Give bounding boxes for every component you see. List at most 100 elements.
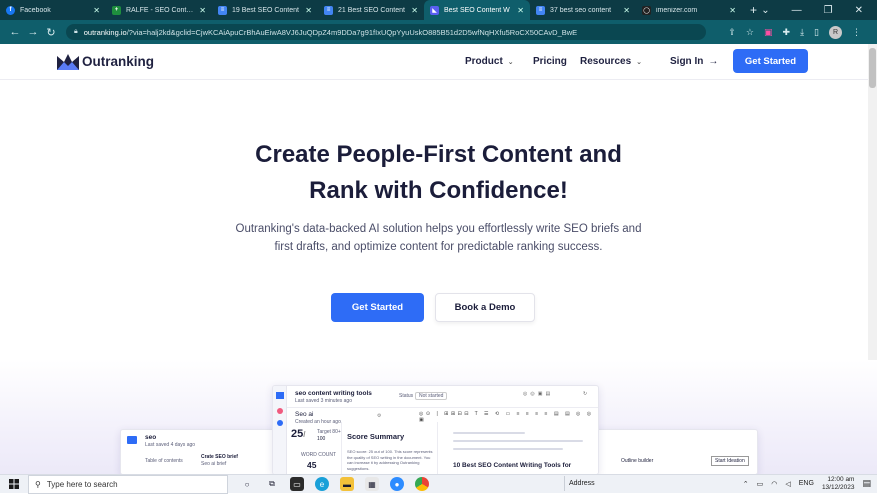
language-indicator[interactable]: ENG [799,480,814,487]
preview-editor-panel: seo content writing tools Last saved 3 m… [272,385,599,475]
outline-builder-label: Outline builder [621,458,654,464]
profile-avatar[interactable]: R [829,25,842,39]
tab-ralfe[interactable]: + RALFE - SEO Content ✕ [106,0,212,20]
left-doc-meta: Last saved 4 days ago [145,442,196,448]
sidebar-dot-icon [277,408,283,414]
tab-title: RALFE - SEO Content [126,6,196,14]
reload-icon[interactable]: ↻ [42,26,60,39]
docs-icon: ≡ [218,5,227,15]
taskbar-clock[interactable]: 12:00 am 13/12/2023 [822,476,855,492]
tab-title: imenizer.com [656,6,698,14]
tab-37-best[interactable]: ≡ 37 best seo content ✕ [530,0,636,20]
clock-time: 12:00 am [827,475,855,483]
nav-sign-in-label: Sign In [670,56,704,67]
browser-tab-strip: f Facebook ✕ + RALFE - SEO Content ✕ ≡ 1… [0,0,877,20]
task-view-icon[interactable]: ⧉ [265,477,279,491]
taskbar-search-box[interactable]: ⚲ Type here to search [28,474,228,494]
scrollbar-thumb[interactable] [869,48,876,88]
editor-doc-title: seo content writing tools [295,390,372,397]
tab-title: Facebook [20,6,51,14]
hero-subtitle-line-1: Outranking's data-backed AI solution hel… [235,223,642,235]
volume-icon[interactable]: ◁ [785,480,790,488]
forward-icon[interactable]: → [24,26,42,38]
back-icon[interactable]: ← [6,26,24,38]
notifications-icon[interactable]: ▤ [862,478,871,489]
docs-icon: ≡ [536,5,545,15]
left-brief-meta: Seo ai brief [201,461,227,467]
editor-sidebar-rail [273,386,287,474]
close-tab-icon[interactable]: ✕ [411,6,418,15]
close-tab-icon[interactable]: ✕ [199,6,206,15]
book-demo-button[interactable]: Book a Demo [435,293,535,322]
close-tab-icon[interactable]: ✕ [93,6,100,15]
nav-product[interactable]: Product ⌄ [465,56,514,67]
nav-pricing[interactable]: Pricing [533,56,567,67]
tab-21-best[interactable]: ≡ 21 Best SEO Content ✕ [318,0,424,20]
nav-pricing-label: Pricing [533,56,567,67]
left-toc: Table of contents [145,458,183,464]
chevron-down-icon: ⌄ [507,58,514,66]
arrow-right-icon: → [708,56,719,67]
editor-format-toolbar[interactable]: ◎⊙ | ⊞⊞⊟⊟ T ☰ ⟲ ▭ ≡ ≡ ≡ ≡ ▤ ▤ ◎ ◎ ▣ [419,411,598,423]
new-tab-icon[interactable]: + [750,3,757,17]
minimize-icon[interactable]: — [792,5,802,16]
imenizer-icon: ◯ [642,5,651,15]
wifi-icon[interactable]: ◠ [771,480,777,488]
placeholder-line [453,448,563,450]
close-tab-icon[interactable]: ✕ [729,6,736,15]
extension-pink-icon[interactable]: ▣ [764,27,773,38]
chrome-icon[interactable] [415,477,429,491]
store-icon[interactable]: ▦ [365,477,379,491]
download-icon[interactable]: ⤓ [800,27,804,38]
share-icon[interactable]: ⇪ [728,27,736,38]
close-tab-icon[interactable]: ✕ [305,6,312,15]
laptop-icon[interactable]: ▭ [290,477,304,491]
tab-best-seo-active[interactable]: ◣ Best SEO Content W ✕ [424,0,530,20]
battery-icon[interactable]: ▭ [757,480,764,488]
taskbar-address-toolbar[interactable]: Address [564,476,595,491]
zoom-icon[interactable]: ● [390,477,404,491]
taskbar-search-placeholder: Type here to search [46,479,118,489]
close-tab-icon[interactable]: ✕ [517,6,524,15]
tab-facebook[interactable]: f Facebook ✕ [0,0,106,20]
hero-get-started-button[interactable]: Get Started [331,293,424,322]
taskbar-pinned-apps: ○ ⧉ ▭ e ▬ ▦ ● [240,477,429,491]
status-dropdown[interactable]: Not started [415,392,448,400]
hero-subtitle-line-2: first drafts, and optimize content for p… [274,241,603,253]
cortana-icon[interactable]: ○ [240,477,254,491]
seo-score-value: 25/ [291,428,305,440]
chevron-up-icon[interactable]: ⌃ [743,480,749,488]
edge-icon[interactable]: e [315,477,329,491]
settings-icon[interactable]: ⚙ [377,413,381,419]
tab-19-best[interactable]: ≡ 19 Best SEO Content ✕ [212,0,318,20]
site-logo[interactable]: Outranking [57,52,154,70]
nav-sign-in[interactable]: Sign In → [670,56,718,67]
editor-doc-meta: Last saved 3 minutes ago [295,398,352,404]
sidepanel-icon[interactable]: ▯ [814,27,819,38]
maximize-icon[interactable]: ❐ [824,5,833,16]
tab-title: Best SEO Content W [444,6,510,14]
nav-resources[interactable]: Resources ⌄ [580,56,642,67]
window-controls: ⌄ — ❐ ✕ [761,0,877,20]
star-icon[interactable]: ☆ [746,27,754,38]
refresh-icon[interactable]: ↻ [583,391,587,397]
close-window-icon[interactable]: ✕ [855,5,863,16]
seo-score-number: 25 [291,428,304,440]
tab-imenizer[interactable]: ◯ imenizer.com ✕ [636,0,742,20]
menu-dots-icon[interactable]: ⋮ [852,27,861,38]
close-tab-icon[interactable]: ✕ [623,6,630,15]
logo-text: Outranking [82,53,155,69]
puzzle-icon[interactable]: ✚ [783,27,791,38]
word-count-label: WORD COUNT [301,452,336,458]
lock-icon[interactable]: 🔒︎ [74,28,78,36]
tab-search-icon[interactable]: ⌄ [761,5,769,16]
get-started-nav-button[interactable]: Get Started [733,49,808,73]
tab-title: 21 Best SEO Content [338,6,405,14]
score-summary-text: SEO score: 25 out of 100. This score rep… [347,449,433,471]
file-explorer-icon[interactable]: ▬ [340,477,354,491]
outranking-logo-icon [57,54,79,70]
windows-start-icon[interactable] [0,475,28,494]
target-value: 100 [317,436,326,442]
address-bar[interactable]: 🔒︎ outranking.io /?via=halj2kd&gclid=Cjw… [66,24,706,40]
start-ideation-button[interactable]: Start Ideation [711,456,749,466]
